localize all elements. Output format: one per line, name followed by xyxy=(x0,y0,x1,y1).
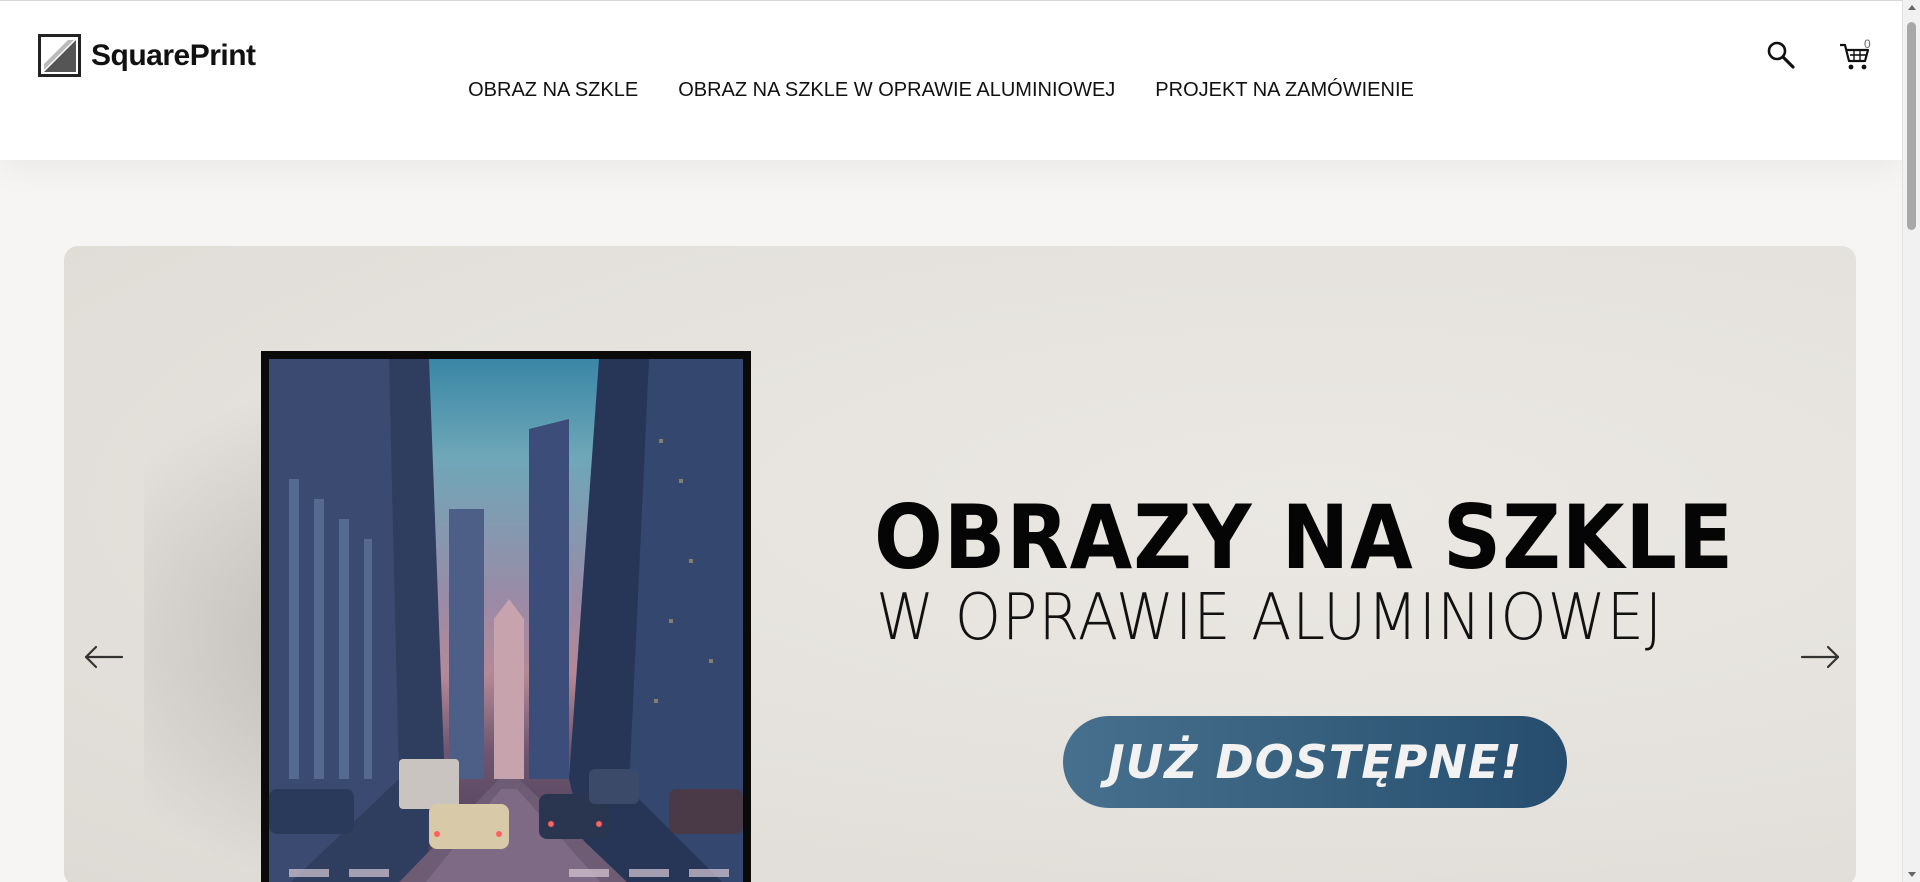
scroll-down-icon[interactable] xyxy=(1908,872,1916,877)
nav-item-projekt-na-zamowienie[interactable]: PROJEKT NA ZAMÓWIENIE xyxy=(1155,79,1414,102)
page: SquarePrint OBRAZ NA SZKLE OBRAZ NA SZKL… xyxy=(0,0,1902,882)
hero-subtitle: W OPRAWIE ALUMINIOWEJ xyxy=(876,581,1664,655)
scroll-thumb[interactable] xyxy=(1907,22,1916,230)
city-street-photo xyxy=(269,359,743,882)
hero-cta-button[interactable]: JUŻ DOSTĘPNE! xyxy=(1063,716,1567,808)
hero-title: OBRAZY NA SZKLE xyxy=(874,486,1735,589)
search-icon[interactable] xyxy=(1765,39,1797,71)
cart-count-badge: 0 xyxy=(1864,37,1871,51)
hero-slider: OBRAZY NA SZKLE W OPRAWIE ALUMINIOWEJ JU… xyxy=(64,246,1856,882)
logo-icon xyxy=(38,34,81,77)
nav-item-obraz-na-szkle[interactable]: OBRAZ NA SZKLE xyxy=(468,79,638,102)
logo[interactable]: SquarePrint xyxy=(38,34,256,77)
site-header: SquarePrint OBRAZ NA SZKLE OBRAZ NA SZKL… xyxy=(0,0,1902,160)
nav-item-obraz-w-oprawie[interactable]: OBRAZ NA SZKLE W OPRAWIE ALUMINIOWEJ xyxy=(678,79,1115,102)
product-frame-image xyxy=(261,351,751,882)
arrow-left-icon[interactable] xyxy=(82,644,126,670)
main-nav: OBRAZ NA SZKLE OBRAZ NA SZKLE W OPRAWIE … xyxy=(0,79,1902,102)
scroll-up-icon[interactable] xyxy=(1908,5,1916,10)
arrow-right-icon[interactable] xyxy=(1798,644,1842,670)
vertical-scrollbar[interactable] xyxy=(1902,0,1920,882)
brand-name: SquarePrint xyxy=(91,38,256,72)
